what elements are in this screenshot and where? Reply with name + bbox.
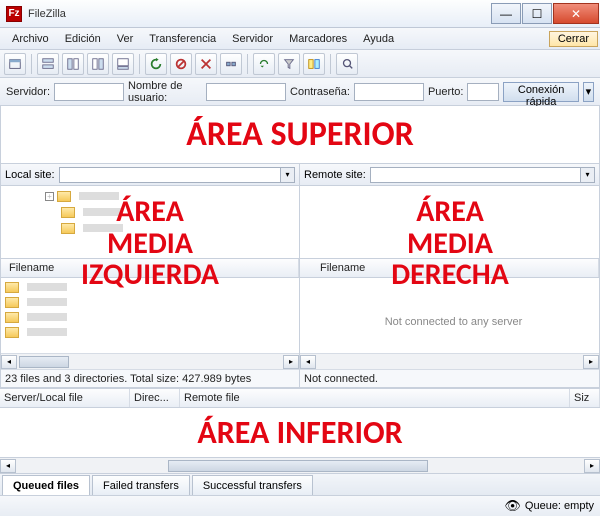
menu-view[interactable]: Ver	[109, 31, 142, 47]
remote-filename-header[interactable]: Filename	[316, 259, 599, 277]
compare-icon[interactable]	[303, 53, 325, 75]
scroll-right-icon[interactable]: ▸	[583, 355, 599, 369]
scroll-thumb[interactable]	[168, 460, 428, 472]
folder-icon	[5, 312, 19, 323]
process-queue-icon[interactable]	[170, 53, 192, 75]
scroll-left-icon[interactable]: ◂	[0, 459, 16, 473]
menubar: Archivo Edición Ver Transferencia Servid…	[0, 28, 600, 50]
maximize-button[interactable]: ☐	[522, 3, 552, 24]
toggle-queue-icon[interactable]	[112, 53, 134, 75]
remote-tree[interactable]	[300, 186, 599, 258]
toggle-remote-tree-icon[interactable]	[87, 53, 109, 75]
remote-site-dropdown[interactable]: ▾	[581, 167, 595, 183]
quickconnect-button[interactable]: Conexión rápida	[503, 82, 578, 102]
menu-transfer[interactable]: Transferencia	[141, 31, 224, 47]
queue-col-size[interactable]: Siz	[570, 389, 600, 407]
local-pane: Local site: ▾ + Filename ◂ ▸ 23 files an…	[0, 164, 300, 388]
remote-filelist[interactable]: Not connected to any server	[300, 278, 599, 353]
port-input[interactable]	[467, 83, 499, 101]
app-icon: Fz	[6, 6, 22, 22]
queue-status-label: Queue: empty	[525, 500, 594, 512]
remote-scrollbar[interactable]: ◂ ▸	[300, 353, 599, 369]
site-manager-icon[interactable]	[4, 53, 26, 75]
scroll-left-icon[interactable]: ◂	[1, 355, 17, 369]
remote-site-input[interactable]	[370, 167, 581, 183]
app-title: FileZilla	[28, 8, 66, 20]
folder-icon	[5, 297, 19, 308]
not-connected-text: Not connected to any server	[304, 316, 599, 328]
toolbar	[0, 50, 600, 78]
queue-col-remote[interactable]: Remote file	[180, 389, 570, 407]
scroll-right-icon[interactable]: ▸	[283, 355, 299, 369]
folder-icon	[5, 327, 19, 338]
folder-icon	[61, 223, 75, 234]
folder-icon	[57, 191, 71, 202]
queue-col-server[interactable]: Server/Local file	[0, 389, 130, 407]
local-site-dropdown[interactable]: ▾	[281, 167, 295, 183]
menu-server[interactable]: Servidor	[224, 31, 281, 47]
annotation-bottom: ÁREA INFERIOR	[197, 416, 402, 450]
queue-col-direction[interactable]: Direc...	[130, 389, 180, 407]
tab-failed[interactable]: Failed transfers	[92, 475, 190, 495]
titlebar: Fz FileZilla — ☐ ✕	[0, 0, 600, 28]
tab-success[interactable]: Successful transfers	[192, 475, 313, 495]
user-label: Nombre de usuario:	[128, 80, 202, 104]
local-filename-header[interactable]: Filename	[5, 259, 299, 277]
scroll-left-icon[interactable]: ◂	[300, 355, 316, 369]
message-log: ÁREA SUPERIOR	[0, 106, 600, 164]
queue-icon: 👁	[504, 498, 521, 514]
menu-edit[interactable]: Edición	[57, 31, 109, 47]
local-site-label: Local site:	[5, 169, 55, 181]
host-input[interactable]	[54, 83, 124, 101]
remote-status: Not connected.	[300, 369, 599, 387]
queue-header: Server/Local file Direc... Remote file S…	[0, 388, 600, 408]
filter-icon[interactable]	[278, 53, 300, 75]
menu-bookmarks[interactable]: Marcadores	[281, 31, 355, 47]
disconnect-icon[interactable]	[220, 53, 242, 75]
tab-queued[interactable]: Queued files	[2, 475, 90, 495]
queue-list[interactable]: ÁREA INFERIOR	[0, 408, 600, 458]
reconnect-icon[interactable]	[253, 53, 275, 75]
annotation-top: ÁREA SUPERIOR	[186, 117, 414, 153]
close-button[interactable]: ✕	[553, 3, 599, 24]
scroll-right-icon[interactable]: ▸	[584, 459, 600, 473]
folder-icon	[5, 282, 19, 293]
queue-scrollbar[interactable]: ◂ ▸	[0, 458, 600, 474]
local-site-input[interactable]	[59, 167, 281, 183]
pass-label: Contraseña:	[290, 86, 350, 98]
cerrar-button[interactable]: Cerrar	[549, 31, 598, 47]
remote-pane: Remote site: ▾ Filename Not connected to…	[300, 164, 600, 388]
sync-browsing-icon[interactable]	[336, 53, 358, 75]
refresh-icon[interactable]	[145, 53, 167, 75]
remote-site-label: Remote site:	[304, 169, 366, 181]
toggle-log-icon[interactable]	[37, 53, 59, 75]
statusbar: 👁 Queue: empty	[0, 496, 600, 516]
local-scrollbar[interactable]: ◂ ▸	[1, 353, 299, 369]
cancel-icon[interactable]	[195, 53, 217, 75]
expand-icon[interactable]: +	[45, 192, 54, 201]
quickconnect-dropdown[interactable]: ▾	[583, 82, 594, 102]
queue-tabs: Queued files Failed transfers Successful…	[0, 474, 600, 496]
quickconnect-bar: Servidor: Nombre de usuario: Contraseña:…	[0, 78, 600, 106]
local-tree[interactable]: +	[1, 186, 299, 258]
scroll-thumb[interactable]	[19, 356, 69, 368]
folder-icon	[61, 207, 75, 218]
user-input[interactable]	[206, 83, 286, 101]
port-label: Puerto:	[428, 86, 463, 98]
pass-input[interactable]	[354, 83, 424, 101]
local-filelist[interactable]	[1, 278, 299, 353]
local-status: 23 files and 3 directories. Total size: …	[1, 369, 299, 387]
menu-help[interactable]: Ayuda	[355, 31, 402, 47]
menu-file[interactable]: Archivo	[4, 31, 57, 47]
minimize-button[interactable]: —	[491, 3, 521, 24]
host-label: Servidor:	[6, 86, 50, 98]
toggle-tree-icon[interactable]	[62, 53, 84, 75]
